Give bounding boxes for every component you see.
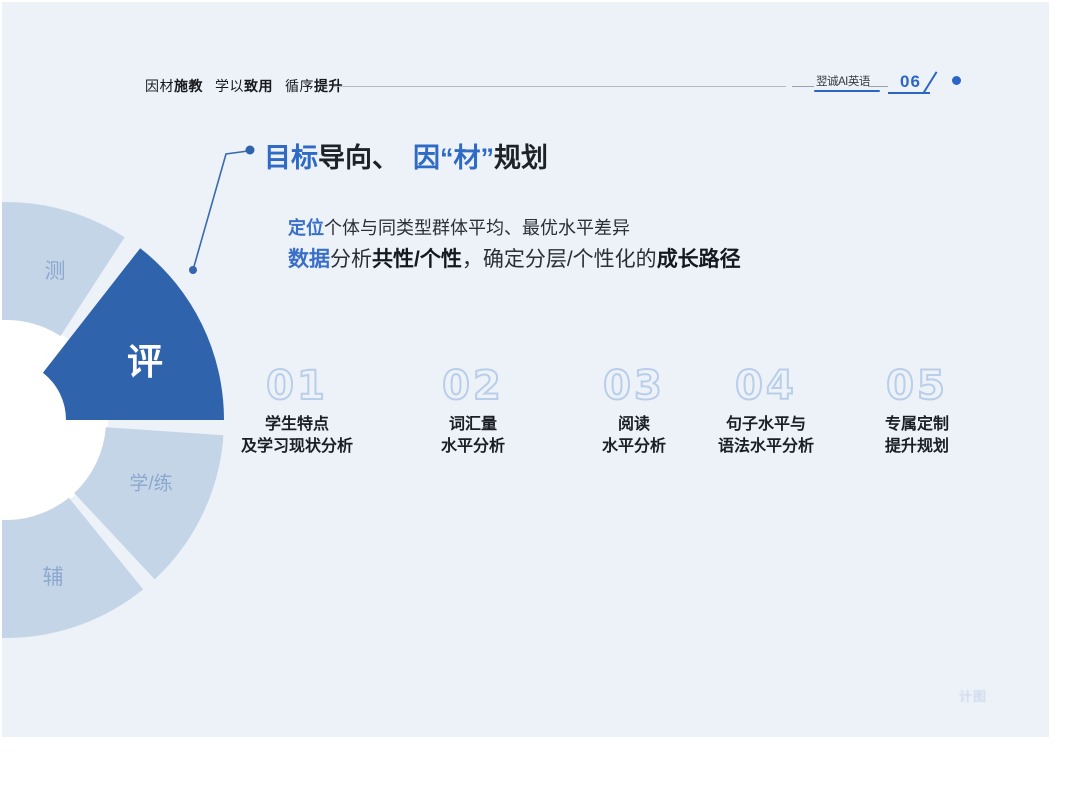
step-label: 专属定制 提升规划 — [827, 414, 1007, 458]
segment-label-study: 学/练 — [129, 469, 172, 496]
step-label: 学生特点 及学习现状分析 — [207, 414, 387, 458]
step-label-line: 水平分析 — [383, 436, 563, 458]
segment-label-ce: 评 — [127, 333, 163, 385]
step-item-1: 01 学生特点 及学习现状分析 — [207, 364, 387, 458]
step-label-line: 学生特点 — [207, 414, 387, 436]
segment-label-test: 测 — [45, 255, 66, 285]
step-item-5: 05 专属定制 提升规划 — [827, 364, 1007, 458]
step-number: 01 — [207, 364, 387, 408]
step-number: 02 — [383, 364, 563, 408]
connector-dot-icon — [189, 266, 197, 274]
step-label-line: 提升规划 — [827, 436, 1007, 458]
step-item-2: 02 词汇量 水平分析 — [383, 364, 563, 458]
segment-label-fu: 辅 — [43, 561, 64, 591]
bullet-dot-icon — [246, 146, 255, 155]
connector-line — [193, 151, 248, 270]
page-canvas: 因材施教学以致用循序提升 翌诚AI英语 06 目标导向、因“材”规划 定位个体与… — [0, 0, 1077, 793]
watermark: 计图 — [959, 686, 987, 705]
slide: 因材施教学以致用循序提升 翌诚AI英语 06 目标导向、因“材”规划 定位个体与… — [2, 2, 1049, 737]
step-number: 05 — [827, 364, 1007, 408]
step-label: 词汇量 水平分析 — [383, 414, 563, 458]
step-label-line: 专属定制 — [827, 414, 1007, 436]
step-label-line: 词汇量 — [383, 414, 563, 436]
step-label-line: 及学习现状分析 — [207, 436, 387, 458]
